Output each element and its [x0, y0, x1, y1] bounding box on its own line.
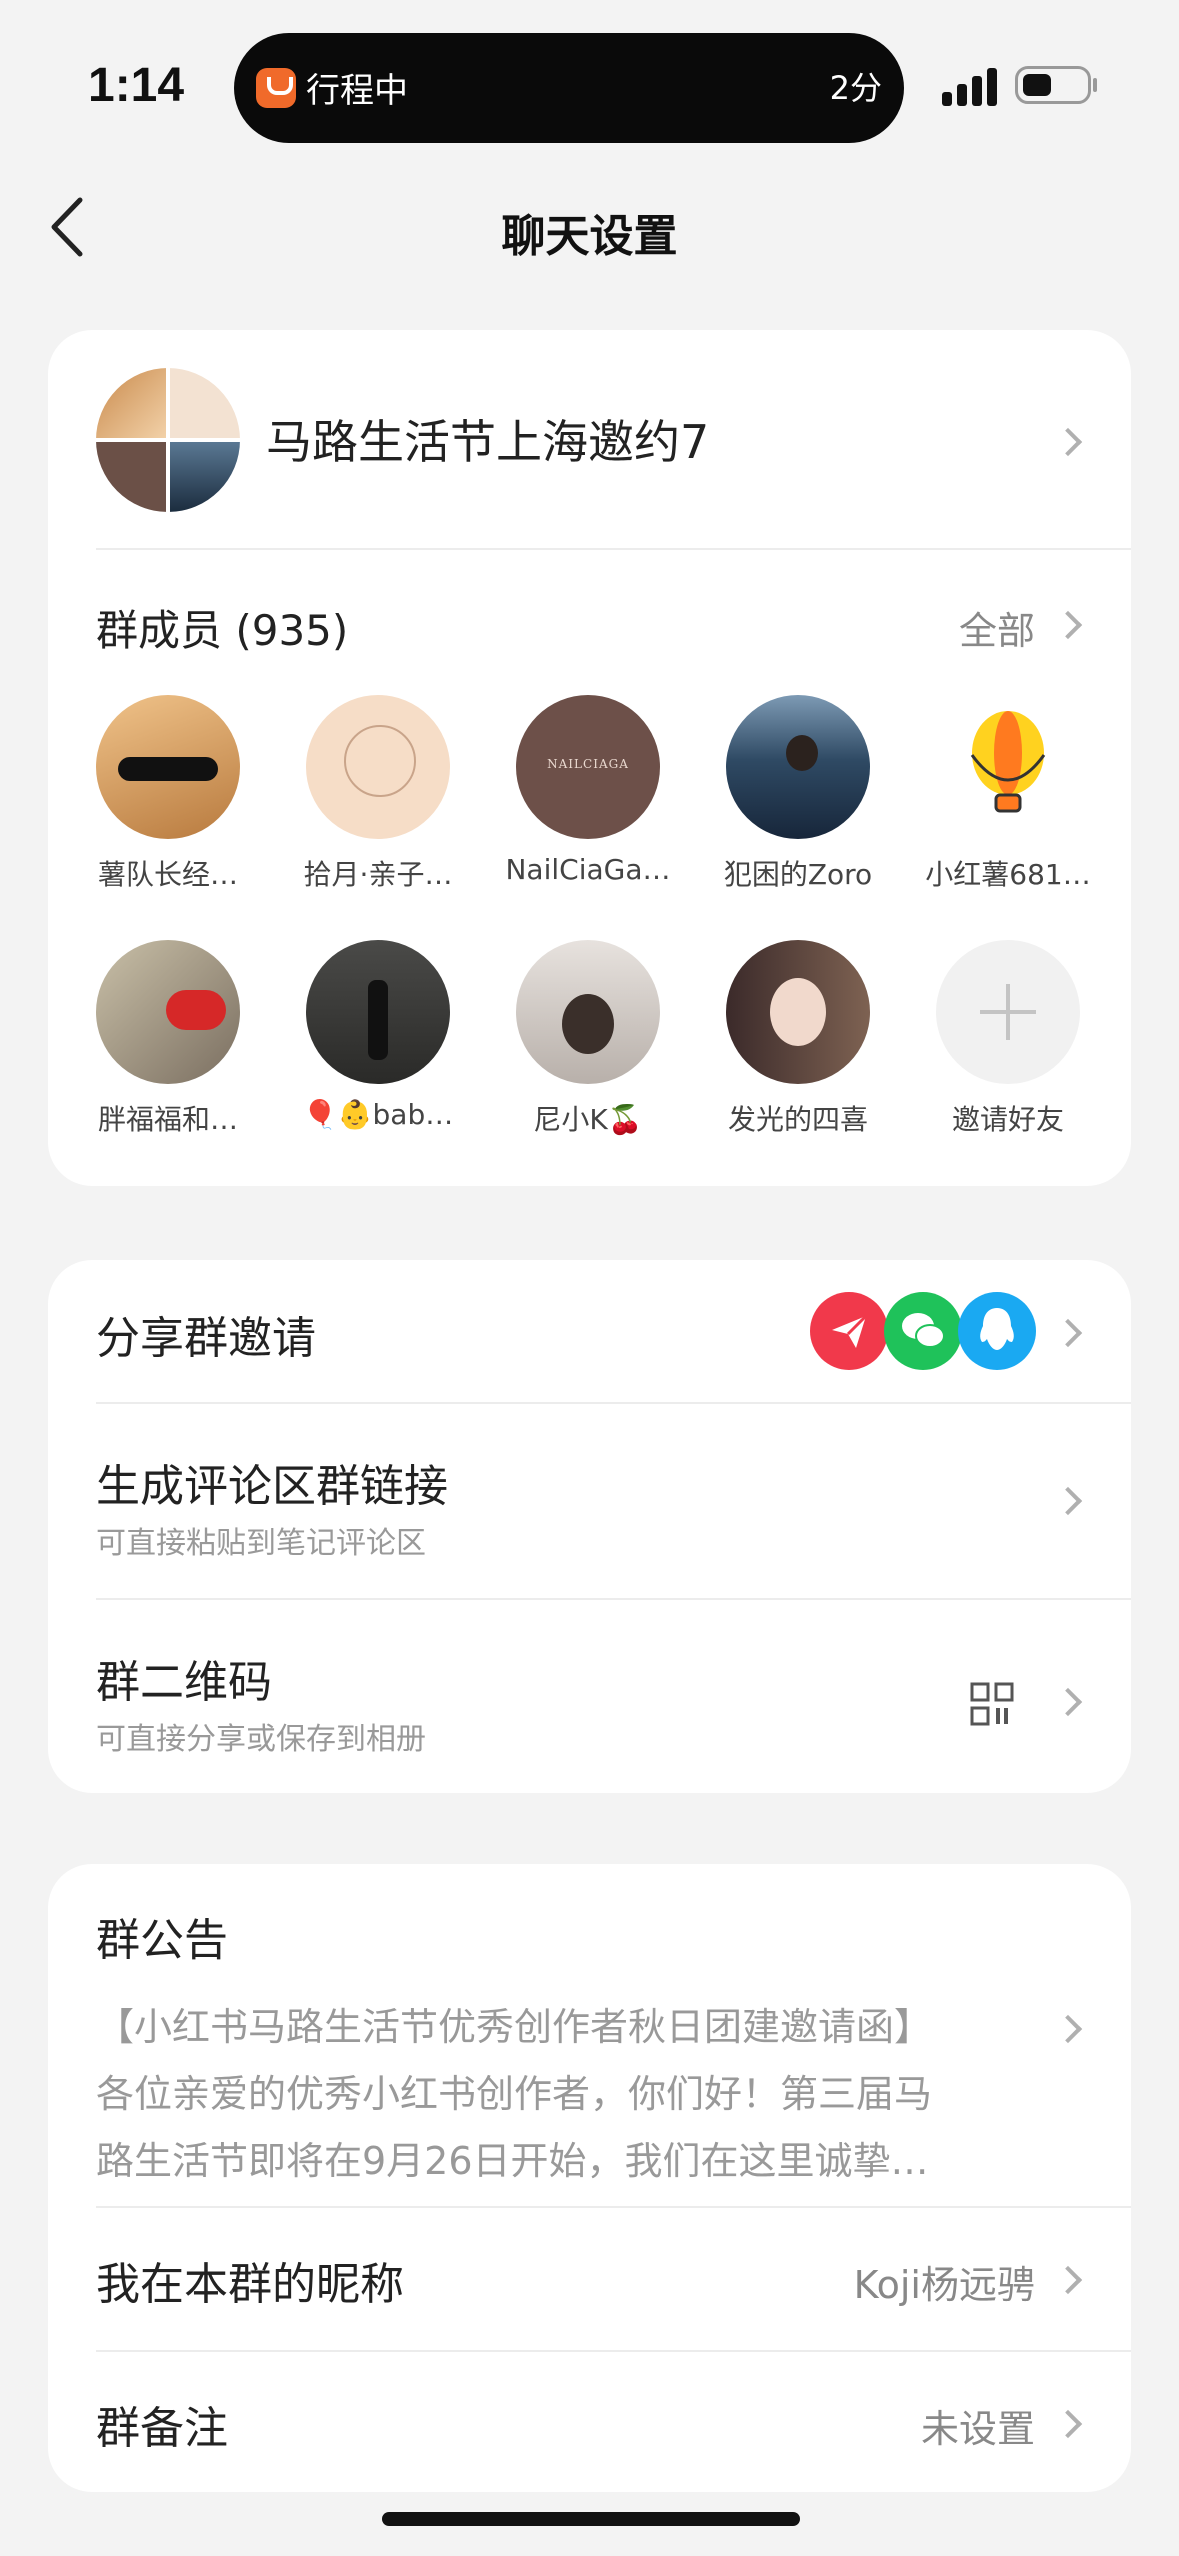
chevron-right-icon	[1053, 2265, 1083, 2295]
nickname-row[interactable]: 我在本群的昵称 Koji杨远骋	[48, 2208, 1131, 2350]
group-settings-card: 群公告 【小红书马路生活节优秀创作者秋日团建邀请函】 各位亲爱的优秀小红书创作者…	[48, 1864, 1131, 2492]
status-time: 1:14	[88, 59, 185, 112]
group-avatar	[96, 368, 240, 512]
member-item[interactable]: 犯困的Zoro	[703, 695, 893, 893]
status-bar: 1:14 行程中 2分	[0, 0, 1179, 160]
chevron-right-icon	[1053, 427, 1083, 457]
member-avatar	[306, 695, 450, 839]
member-avatar	[936, 695, 1080, 839]
qr-code-title: 群二维码	[96, 1657, 272, 1708]
member-avatar	[726, 695, 870, 839]
group-remark-row[interactable]: 群备注 未设置	[48, 2352, 1131, 2492]
member-item[interactable]: 拾月·亲子…	[283, 695, 473, 893]
member-name: 薯队长经…	[97, 858, 238, 891]
member-name: 发光的四喜	[727, 1103, 868, 1136]
share-invite-label: 分享群邀请	[96, 1313, 316, 1364]
group-notice-title: 群公告	[96, 1915, 228, 1966]
all-members-link[interactable]: 全部	[959, 600, 1035, 655]
invite-friend-button[interactable]: 邀请好友	[913, 940, 1103, 1138]
share-card: 分享群邀请 生成评论区群链接 可直接粘贴到笔记评论区 群二维码 可直接分享或保存…	[48, 1260, 1131, 1793]
comment-link-row[interactable]: 生成评论区群链接 可直接粘贴到笔记评论区	[48, 1404, 1131, 1598]
notice-line: 【小红书马路生活节优秀创作者秋日团建邀请函】	[96, 2005, 933, 2049]
nickname-label: 我在本群的昵称	[96, 2259, 404, 2310]
chevron-right-icon	[1053, 2409, 1083, 2439]
chevron-right-icon	[1053, 1318, 1083, 1348]
group-name: 马路生活节上海邀约7	[266, 415, 710, 469]
member-avatar	[306, 940, 450, 1084]
member-name: 犯困的Zoro	[723, 858, 873, 891]
member-avatar: NAILCIAGA	[516, 695, 660, 839]
notice-line: 各位亲爱的优秀小红书创作者，你们好！第三届马	[96, 2072, 933, 2116]
member-item[interactable]: 胖福福和…	[73, 940, 263, 1138]
ride-app-icon	[256, 68, 296, 108]
signal-icon	[942, 66, 1000, 106]
notice-line: 路生活节即将在9月26日开始，我们在这里诚挚…	[96, 2139, 929, 2183]
comment-link-subtitle: 可直接粘贴到笔记评论区	[96, 1526, 426, 1561]
member-item[interactable]: 薯队长经…	[73, 695, 263, 893]
battery-cap	[1093, 78, 1097, 92]
home-indicator[interactable]	[382, 2512, 800, 2526]
group-info-card: 马路生活节上海邀约7 群成员 (935) 全部 薯队长经… 拾月·亲子… NAI…	[48, 330, 1131, 1186]
group-header-row[interactable]: 马路生活节上海邀约7	[48, 330, 1131, 550]
send-icon[interactable]	[810, 1292, 888, 1370]
member-item[interactable]: 发光的四喜	[703, 940, 893, 1138]
member-item[interactable]: 尼小K🍒	[493, 940, 683, 1138]
add-icon	[936, 940, 1080, 1084]
member-avatar	[96, 940, 240, 1084]
member-name: 胖福福和…	[97, 1103, 238, 1136]
wechat-icon[interactable]	[884, 1292, 962, 1370]
avatar-logo-text: NAILCIAGA	[547, 757, 629, 771]
member-avatar	[726, 940, 870, 1084]
balloon-icon	[970, 711, 1046, 813]
activity-text: 行程中	[306, 71, 408, 111]
nickname-value: Koji杨远骋	[853, 2263, 1035, 2307]
chevron-right-icon	[1053, 1687, 1083, 1717]
share-invite-row[interactable]: 分享群邀请	[48, 1260, 1131, 1402]
member-name: 拾月·亲子…	[303, 858, 453, 891]
comment-link-title: 生成评论区群链接	[96, 1461, 448, 1512]
chevron-right-icon	[1053, 2014, 1083, 2044]
dynamic-island[interactable]: 行程中 2分	[234, 33, 904, 143]
member-name: 🎈👶bab…	[302, 1098, 454, 1131]
qq-icon[interactable]	[958, 1292, 1036, 1370]
group-remark-label: 群备注	[96, 2403, 228, 2454]
member-name: 尼小K🍒	[533, 1103, 643, 1136]
qr-code-row[interactable]: 群二维码 可直接分享或保存到相册	[48, 1600, 1131, 1793]
chevron-right-icon	[1053, 1486, 1083, 1516]
member-item[interactable]: 小红薯681…	[913, 695, 1103, 893]
group-notice-row[interactable]: 群公告 【小红书马路生活节优秀创作者秋日团建邀请函】 各位亲爱的优秀小红书创作者…	[48, 1864, 1131, 2206]
member-avatar	[516, 940, 660, 1084]
member-name: 小红薯681…	[925, 858, 1091, 891]
page-title: 聊天设置	[501, 211, 678, 262]
member-item[interactable]: NAILCIAGA NailCiaGa…	[493, 695, 683, 886]
qr-code-icon	[970, 1682, 1014, 1726]
group-remark-value: 未设置	[920, 2407, 1035, 2451]
members-label: 群成员 (935)	[96, 606, 349, 655]
invite-friend-label: 邀请好友	[951, 1103, 1064, 1136]
qr-code-subtitle: 可直接分享或保存到相册	[96, 1722, 426, 1757]
divider	[96, 548, 1131, 550]
activity-time: 2分	[829, 69, 882, 107]
group-notice-content: 【小红书马路生活节优秀创作者秋日团建邀请函】 各位亲爱的优秀小红书创作者，你们好…	[96, 1994, 1026, 2195]
chevron-right-icon	[1053, 610, 1083, 640]
member-item[interactable]: 🎈👶bab…	[283, 940, 473, 1131]
battery-icon	[1015, 66, 1091, 104]
member-name: NailCiaGa…	[505, 853, 671, 886]
member-avatar	[96, 695, 240, 839]
